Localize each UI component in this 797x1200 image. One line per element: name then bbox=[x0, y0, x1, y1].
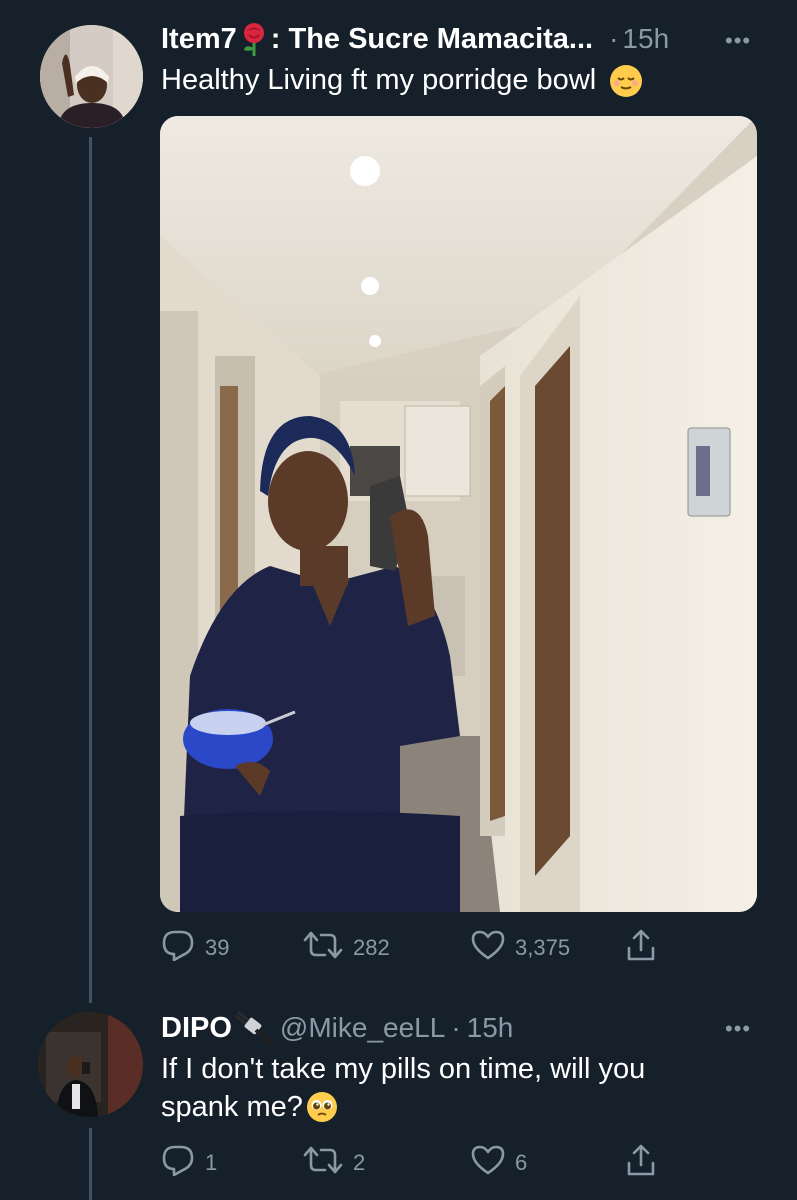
retweet-icon bbox=[303, 930, 343, 966]
tweet-text: Healthy Living ft my porridge bowl bbox=[161, 61, 643, 99]
reply-avatar[interactable] bbox=[38, 1012, 143, 1117]
author-name[interactable]: Item7 bbox=[161, 23, 237, 56]
reply-icon bbox=[161, 929, 195, 967]
retweet-icon bbox=[303, 1145, 343, 1181]
more-options-button[interactable]: ••• bbox=[725, 28, 751, 54]
reply-actions: 1 2 6 bbox=[161, 1143, 657, 1183]
separator-dot: · bbox=[609, 23, 619, 54]
tweet-photo[interactable] bbox=[160, 116, 757, 912]
retweet-button[interactable]: 282 bbox=[303, 930, 471, 966]
share-icon bbox=[625, 1143, 657, 1183]
reply-share-button[interactable] bbox=[625, 1143, 657, 1183]
reply-icon bbox=[161, 1144, 195, 1182]
reply-like-count: 6 bbox=[515, 1150, 528, 1175]
reply-retweet-count: 2 bbox=[353, 1150, 366, 1175]
reply-text-line2: spank me? bbox=[161, 1091, 303, 1123]
thread-line-bottom bbox=[89, 1128, 92, 1200]
reply-more-options-button[interactable]: ••• bbox=[725, 1016, 751, 1042]
reply-like-button[interactable]: 6 bbox=[471, 1145, 625, 1181]
reply-time[interactable]: 15h bbox=[467, 1012, 514, 1044]
separator-dot: · bbox=[451, 1012, 461, 1043]
share-button[interactable] bbox=[625, 928, 657, 968]
like-button[interactable]: 3,375 bbox=[471, 930, 625, 966]
reply-author-name[interactable]: DIPO bbox=[161, 1012, 232, 1045]
avatar[interactable] bbox=[40, 25, 143, 128]
share-icon bbox=[625, 928, 657, 968]
like-count: 3,375 bbox=[515, 935, 571, 960]
relieved-face-icon bbox=[610, 65, 643, 98]
tweet-text-body: Healthy Living ft my porridge bowl bbox=[161, 64, 597, 96]
retweet-count: 282 bbox=[353, 935, 390, 960]
author-name-rest[interactable]: : The Sucre Mamacita... bbox=[271, 23, 593, 56]
tweet-time[interactable]: 15h bbox=[622, 23, 669, 55]
reply-reply-count: 1 bbox=[205, 1150, 218, 1175]
reply-text-line1: If I don't take my pills on time, will y… bbox=[161, 1053, 646, 1085]
heart-icon bbox=[471, 1145, 505, 1181]
reply-count: 39 bbox=[205, 935, 230, 960]
thread-line bbox=[89, 137, 92, 1003]
reply-reply-button[interactable]: 1 bbox=[161, 1144, 303, 1182]
reply-text: If I don't take my pills on time, will y… bbox=[161, 1050, 645, 1126]
heart-icon bbox=[471, 930, 505, 966]
reply-button[interactable]: 39 bbox=[161, 929, 303, 967]
tweet-actions: 39 282 3,375 bbox=[161, 928, 657, 968]
reply-retweet-button[interactable]: 2 bbox=[303, 1145, 471, 1181]
tweet-header: Item7 : The Sucre Mamacita... · 15h bbox=[161, 22, 669, 56]
rose-icon bbox=[239, 22, 269, 56]
pleading-face-icon bbox=[306, 1092, 337, 1122]
plug-icon bbox=[234, 1010, 274, 1046]
reply-handle[interactable]: @Mike_eeLL bbox=[280, 1012, 445, 1044]
reply-header: DIPO @Mike_eeLL · 15h bbox=[161, 1010, 513, 1046]
